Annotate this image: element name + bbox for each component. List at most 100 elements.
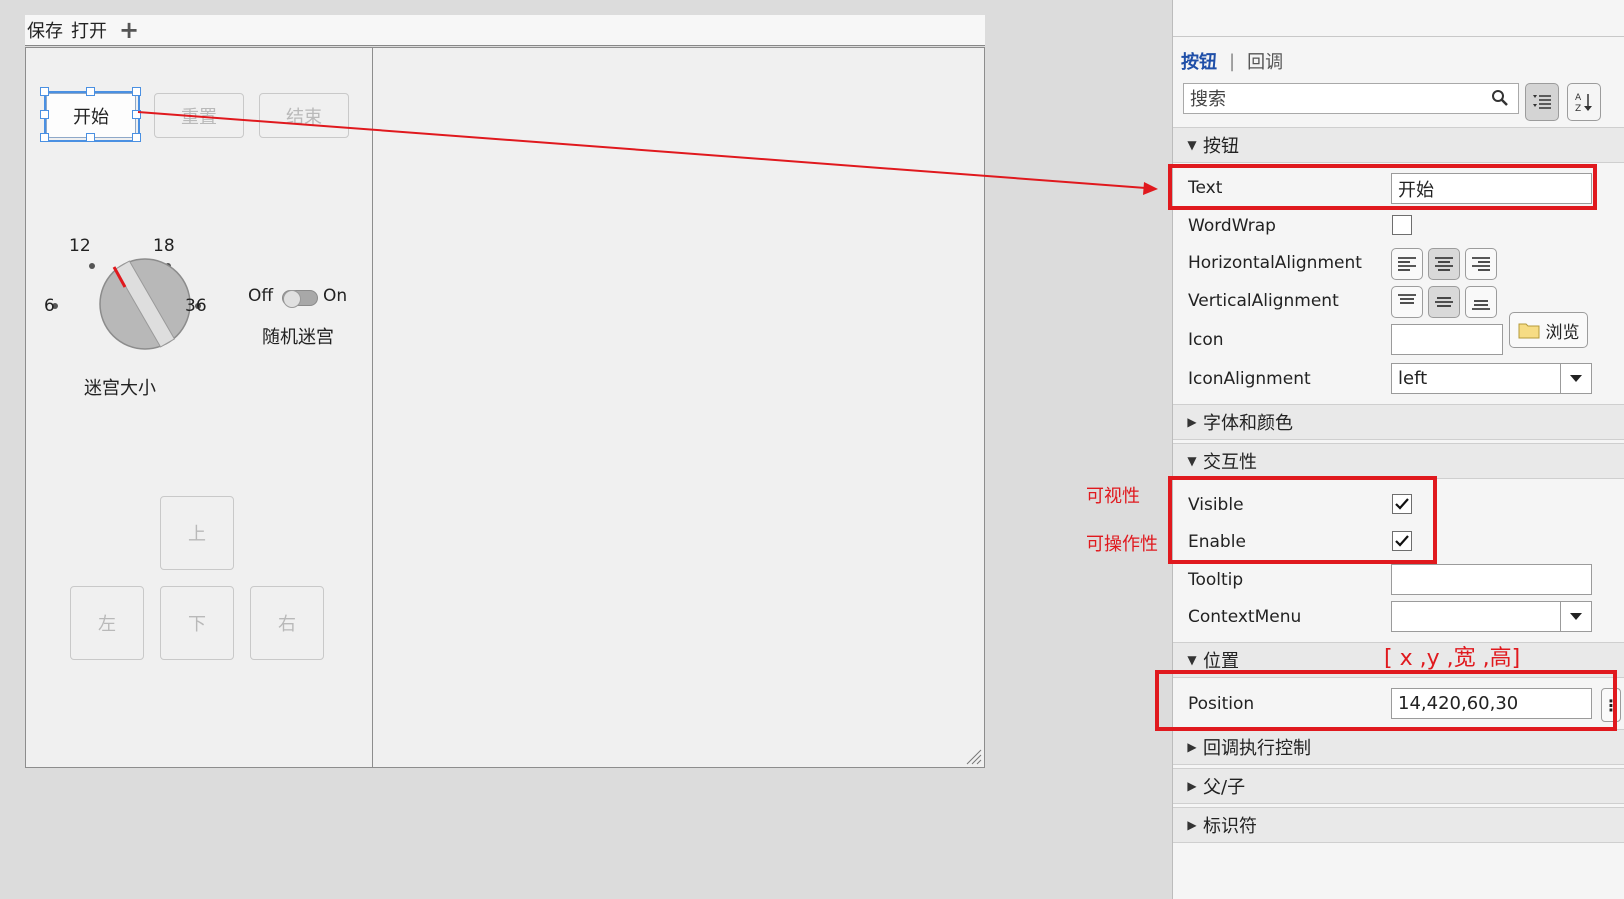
chevron-down-icon[interactable] [1560,602,1591,631]
tab-button[interactable]: 按钮 [1181,48,1217,74]
align-bottom-icon [1472,300,1490,310]
selection-handle[interactable] [40,110,49,119]
expanded-icon: ▼ [1187,454,1197,468]
svg-text:A: A [1575,93,1582,103]
section-parent-child[interactable]: ▶ 父/子 [1173,768,1624,804]
valign-top-button[interactable] [1391,286,1423,318]
collapsed-icon: ▶ [1187,740,1197,754]
collapsed-icon: ▶ [1187,818,1197,832]
down-button[interactable]: 下 [160,586,234,660]
switch-on-label: On [323,286,348,306]
expanded-icon: ▼ [1187,653,1197,667]
resize-grip-icon[interactable] [964,747,982,765]
selection-handle[interactable] [86,133,95,142]
search-icon[interactable] [1490,88,1510,108]
selection-handle[interactable] [132,87,141,96]
section-title: 按钮 [1203,136,1239,157]
selection-handle[interactable] [132,133,141,142]
reset-button[interactable]: 重置 [154,93,244,138]
align-middle-icon [1435,297,1453,307]
halign-center-button[interactable] [1428,248,1460,280]
section-title: 回调执行控制 [1203,738,1311,759]
icon-field[interactable] [1391,324,1503,355]
align-right-icon [1472,257,1490,271]
annotation-text-box [1168,164,1597,210]
plus-icon[interactable]: + [119,18,139,42]
valign-bottom-button[interactable] [1465,286,1497,318]
browse-button[interactable]: 浏览 [1509,312,1588,348]
selection-handle[interactable] [86,87,95,96]
prop-contextmenu-name: ContextMenu [1188,607,1302,627]
browse-label: 浏览 [1545,322,1580,343]
left-button[interactable]: 左 [70,586,144,660]
valign-middle-button[interactable] [1428,286,1460,318]
collapsed-icon: ▶ [1187,415,1197,429]
knob-tick-6: 6 [44,296,55,316]
left-panel: 开始 重置 结束 6 12 18 36 迷宫大小 Off On 随机迷宫 上 左… [26,48,373,767]
prop-wordwrap-name: WordWrap [1188,216,1276,236]
prop-valign-name: VerticalAlignment [1188,291,1339,311]
selection-handle[interactable] [132,110,141,119]
sort-az-button[interactable]: A Z [1567,83,1601,121]
annotation-interactivity-box [1168,476,1437,564]
design-canvas: 开始 重置 结束 6 12 18 36 迷宫大小 Off On 随机迷宫 上 左… [25,47,985,768]
list-view-button[interactable] [1525,83,1559,121]
knob-label: 迷宫大小 [84,378,156,399]
halign-right-button[interactable] [1465,248,1497,280]
expanded-icon: ▼ [1187,138,1197,152]
annotation-visible-note: 可视性 [1086,486,1140,507]
selection-handle[interactable] [40,133,49,142]
prop-tooltip-name: Tooltip [1188,570,1244,590]
designer-toolbar: 保存 打开 + [25,15,985,46]
align-top-icon [1398,294,1416,304]
search-box [1183,83,1519,115]
selection-handle[interactable] [40,87,49,96]
halign-left-button[interactable] [1391,248,1423,280]
tooltip-field[interactable] [1391,564,1592,595]
section-font-color[interactable]: ▶ 字体和颜色 [1173,404,1624,440]
iconalign-value: left [1398,368,1428,389]
prop-halign-name: HorizontalAlignment [1188,253,1362,273]
list-view-icon [1533,95,1551,109]
search-input[interactable] [1184,84,1482,115]
sort-az-icon: A Z [1575,93,1592,113]
svg-text:Z: Z [1575,104,1581,113]
right-button[interactable]: 右 [250,586,324,660]
random-maze-switch[interactable] [282,290,318,308]
iconalign-dropdown[interactable]: left [1391,363,1592,394]
section-callback-control[interactable]: ▶ 回调执行控制 [1173,729,1624,765]
section-title: 交互性 [1203,452,1257,473]
knob-tick-36: 36 [185,296,207,316]
tab-separator: | [1229,50,1236,72]
annotation-enable-note: 可操作性 [1086,534,1158,555]
up-button[interactable]: 上 [160,496,234,570]
section-title: 字体和颜色 [1203,413,1293,434]
open-button[interactable]: 打开 [69,17,113,43]
knob-tick-18: 18 [153,236,175,256]
wordwrap-checkbox[interactable] [1392,215,1412,235]
switch-label: 随机迷宫 [262,327,334,348]
inspector-tabs: 按钮 | 回调 [1181,48,1283,74]
section-button[interactable]: ▼ 按钮 [1173,127,1624,163]
section-identifier[interactable]: ▶ 标识符 [1173,807,1624,843]
tab-callback[interactable]: 回调 [1247,48,1283,74]
prop-iconalign-name: IconAlignment [1188,369,1311,389]
end-button[interactable]: 结束 [259,93,349,138]
annotation-position-note: [ x ,y ,宽 ,高] [1384,646,1521,671]
collapsed-icon: ▶ [1187,779,1197,793]
chevron-down-icon[interactable] [1560,364,1591,393]
section-interactivity[interactable]: ▼ 交互性 [1173,443,1624,479]
save-button[interactable]: 保存 [25,17,69,43]
switch-off-label: Off [248,286,274,306]
align-left-icon [1398,257,1416,271]
section-title: 父/子 [1203,777,1246,798]
section-title: 标识符 [1203,816,1257,837]
annotation-position-box [1155,670,1617,731]
contextmenu-dropdown[interactable] [1391,601,1592,632]
knob-tick-12: 12 [69,236,91,256]
prop-icon-name: Icon [1188,330,1224,350]
align-center-icon [1435,257,1453,271]
folder-icon [1518,323,1539,339]
inspector-header [1173,0,1624,37]
property-inspector: 按钮 | 回调 A Z ▼ 按钮 Text 开始 Wo [1172,0,1624,899]
